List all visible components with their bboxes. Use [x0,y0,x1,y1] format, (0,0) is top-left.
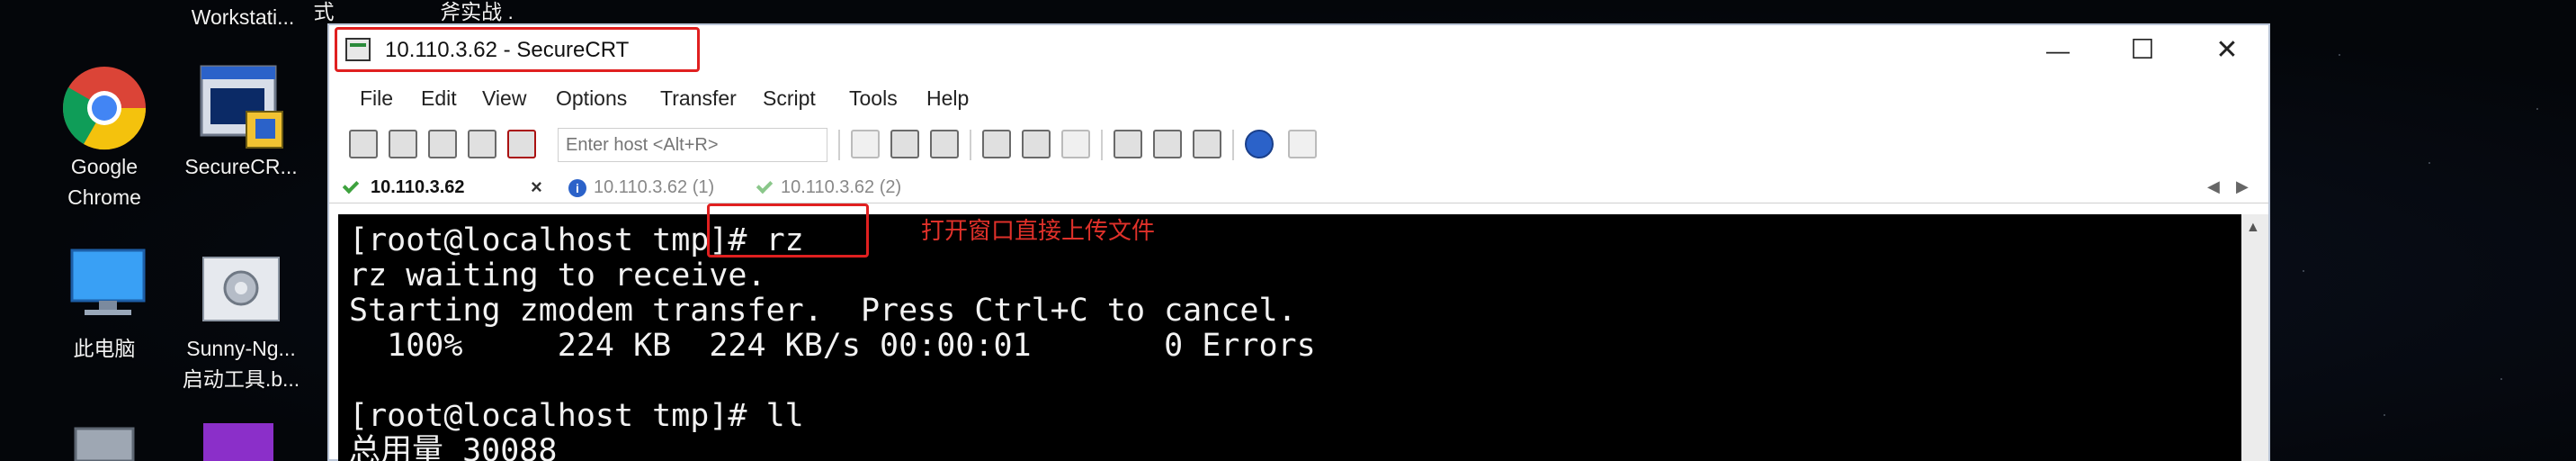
sunny-ngrok-label-line2: 启动工具.b... [182,367,300,391]
terminal-area[interactable]: [root@localhost tmp]# rz rz waiting to r… [338,214,2243,461]
print-icon[interactable] [982,130,1011,158]
connected-check-icon [342,176,360,194]
host-input[interactable] [558,128,827,162]
connect-icon[interactable] [349,130,378,158]
scroll-up-icon[interactable]: ▲ [2246,220,2260,236]
quick-connect-icon[interactable] [389,130,417,158]
terminal-line: Starting zmodem transfer. Press Ctrl+C t… [349,293,1297,329]
purple-app-icon[interactable] [200,420,277,461]
terminal-line: rz waiting to receive. [349,258,766,294]
securecrt-label: SecureCR... [184,155,298,178]
tab-scroll-right-icon[interactable]: ▶ [2236,177,2249,196]
maximize-button[interactable]: ☐ [2124,34,2160,67]
tab-close-icon[interactable]: × [531,176,542,199]
session-options-icon[interactable] [1114,130,1142,158]
rz-command-highlight-box [707,203,869,258]
recycle-bin-icon[interactable] [68,425,140,461]
connect-in-tab-icon[interactable] [428,130,457,158]
tab-session-2[interactable]: 10.110.3.62 (2) [754,173,952,203]
menu-file[interactable]: File [360,86,393,111]
print-selection-icon[interactable] [1022,130,1051,158]
terminal-scrollbar[interactable]: ▲ [2241,214,2268,461]
menu-transfer[interactable]: Transfer [660,86,737,111]
toolbar-separator [970,130,971,160]
tab-label: 10.110.3.62 (1) [594,177,715,197]
securecrt-desktop-icon[interactable] [196,61,286,156]
tab-label: 10.110.3.62 (2) [781,177,902,197]
tab-session-active[interactable]: 10.110.3.62 × [340,173,559,203]
info-icon: i [568,179,586,197]
find-icon[interactable] [930,130,959,158]
tab-scroll-left-icon[interactable]: ◀ [2207,177,2220,196]
toolbar [329,122,2268,169]
tab-label: 10.110.3.62 [371,177,465,197]
tab-session-1[interactable]: i 10.110.3.62 (1) [565,173,750,203]
copy-icon[interactable] [851,130,880,158]
annotation-text: 打开窗口直接上传文件 [921,218,1156,245]
securecrt-window: 10.110.3.62 - SecureCRT — ☐ ✕ File Edit … [327,23,2270,461]
terminal-line: 100% 224 KB 224 KB/s 00:00:01 0 Errors [349,328,1316,364]
terminal-line: 总用量 30088 [349,433,558,461]
chrome-label-line2: Chrome [67,185,141,209]
toolbar-separator [1101,130,1103,160]
connected-check-icon [756,176,774,194]
close-button[interactable]: ✕ [2209,34,2245,67]
chrome-icon[interactable] [59,63,149,158]
title-bar[interactable]: 10.110.3.62 - SecureCRT — ☐ ✕ [329,25,2268,76]
disconnect-icon[interactable] [507,130,536,158]
terminal-line: [root@localhost tmp]# ll [349,398,804,434]
tab-bar: 10.110.3.62 × i 10.110.3.62 (1) 10.110.3… [329,173,2268,203]
menu-edit[interactable]: Edit [421,86,457,111]
reconnect-icon[interactable] [468,130,496,158]
print-setup-icon[interactable] [1061,130,1090,158]
this-pc-icon[interactable] [63,245,153,330]
sftp-icon[interactable] [1288,130,1317,158]
menu-view[interactable]: View [482,86,526,111]
sunny-ngrok-label-line1: Sunny-Ng... [186,337,296,360]
help-icon[interactable] [1245,130,1274,158]
menu-help[interactable]: Help [926,86,969,111]
menu-tools[interactable]: Tools [849,86,898,111]
menu-options[interactable]: Options [556,86,627,111]
toolbar-separator [1232,130,1234,160]
global-options-icon[interactable] [1153,130,1182,158]
menu-script[interactable]: Script [763,86,816,111]
sunny-ngrok-icon[interactable] [198,252,284,334]
title-highlight-box [335,27,700,72]
paste-icon[interactable] [890,130,919,158]
keymap-icon[interactable] [1193,130,1221,158]
toolbar-separator [838,130,840,160]
minimize-button[interactable]: — [2040,34,2076,67]
menu-bar: File Edit View Options Transfer Script T… [329,79,2268,117]
sunny-ngrok-label: Sunny-Ng... 启动工具.b... [151,333,331,394]
